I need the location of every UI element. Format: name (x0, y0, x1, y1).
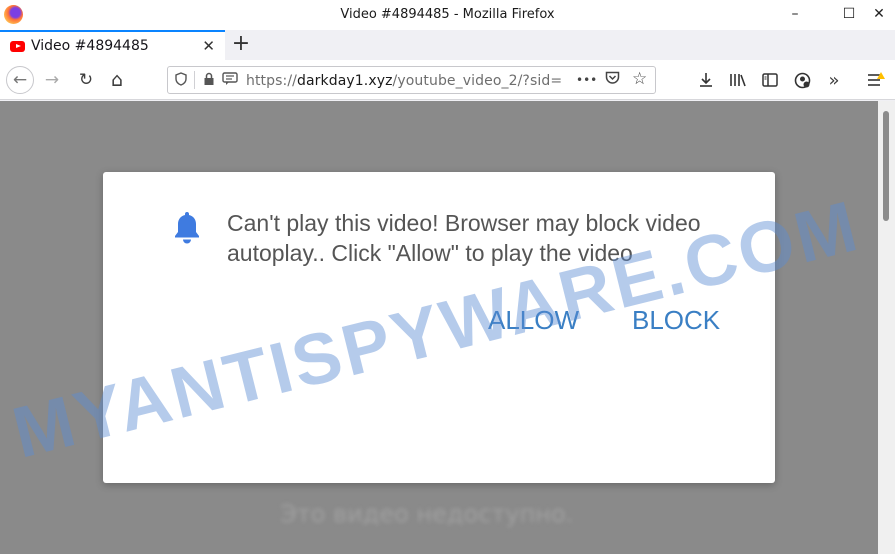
url-text[interactable]: https://darkday1.xyz/youtube_video_2/?si… (246, 73, 562, 89)
download-icon[interactable] (692, 66, 720, 94)
bookmark-star-icon[interactable]: ☆ (632, 69, 647, 89)
permissions-icon[interactable] (222, 72, 238, 90)
new-tab-button[interactable]: + (230, 32, 252, 56)
block-button[interactable]: BLOCK (632, 305, 720, 336)
window-title: Video #4894485 - Mozilla Firefox (340, 7, 555, 22)
pocket-icon[interactable] (605, 71, 620, 89)
home-button[interactable]: ⌂ (103, 66, 131, 94)
reload-button[interactable]: ↻ (72, 66, 100, 94)
tab-label: Video #4894485 (31, 38, 149, 54)
url-bar[interactable]: https://darkday1.xyz/youtube_video_2/?si… (167, 66, 656, 94)
url-host: darkday1.xyz (296, 73, 393, 89)
youtube-icon (10, 41, 25, 52)
menu-icon[interactable] (862, 66, 890, 94)
back-button[interactable]: ← (6, 66, 34, 94)
url-scheme: https:// (246, 73, 297, 89)
lock-icon[interactable] (203, 72, 215, 90)
title-bar: Video #4894485 - Mozilla Firefox – ☐ ✕ (0, 0, 895, 30)
overflow-icon[interactable]: » (820, 66, 848, 94)
nav-bar: ← → ↻ ⌂ https://darkday1.xyz/youtube_vid… (0, 60, 895, 100)
dialog-message: Can't play this video! Browser may block… (227, 210, 701, 266)
tab-bar: Video #4894485 ✕ + (0, 30, 895, 60)
url-separator (194, 71, 195, 89)
allow-button[interactable]: ALLOW (488, 305, 579, 336)
blurred-page-text: Это видео недоступно. (280, 500, 574, 528)
sidebar-icon[interactable] (756, 66, 784, 94)
maximize-button[interactable]: ☐ (834, 0, 864, 28)
url-path: /youtube_video_2/?sid= (392, 73, 563, 89)
minimize-button[interactable]: – (780, 0, 810, 28)
close-window-button[interactable]: ✕ (864, 0, 894, 28)
tab-close-button[interactable]: ✕ (202, 37, 215, 55)
page-scrollbar[interactable] (878, 101, 895, 554)
scrollbar-thumb[interactable] (883, 111, 889, 221)
tab-video[interactable]: Video #4894485 ✕ (0, 30, 225, 60)
tracking-shield-icon[interactable] (175, 72, 187, 90)
page-actions-button[interactable]: ••• (576, 73, 597, 87)
bell-icon (175, 212, 199, 244)
account-icon[interactable] (788, 66, 816, 94)
forward-button[interactable]: → (38, 66, 66, 94)
notification-dialog: Can't play this video! Browser may block… (103, 172, 775, 483)
library-icon[interactable] (724, 66, 752, 94)
